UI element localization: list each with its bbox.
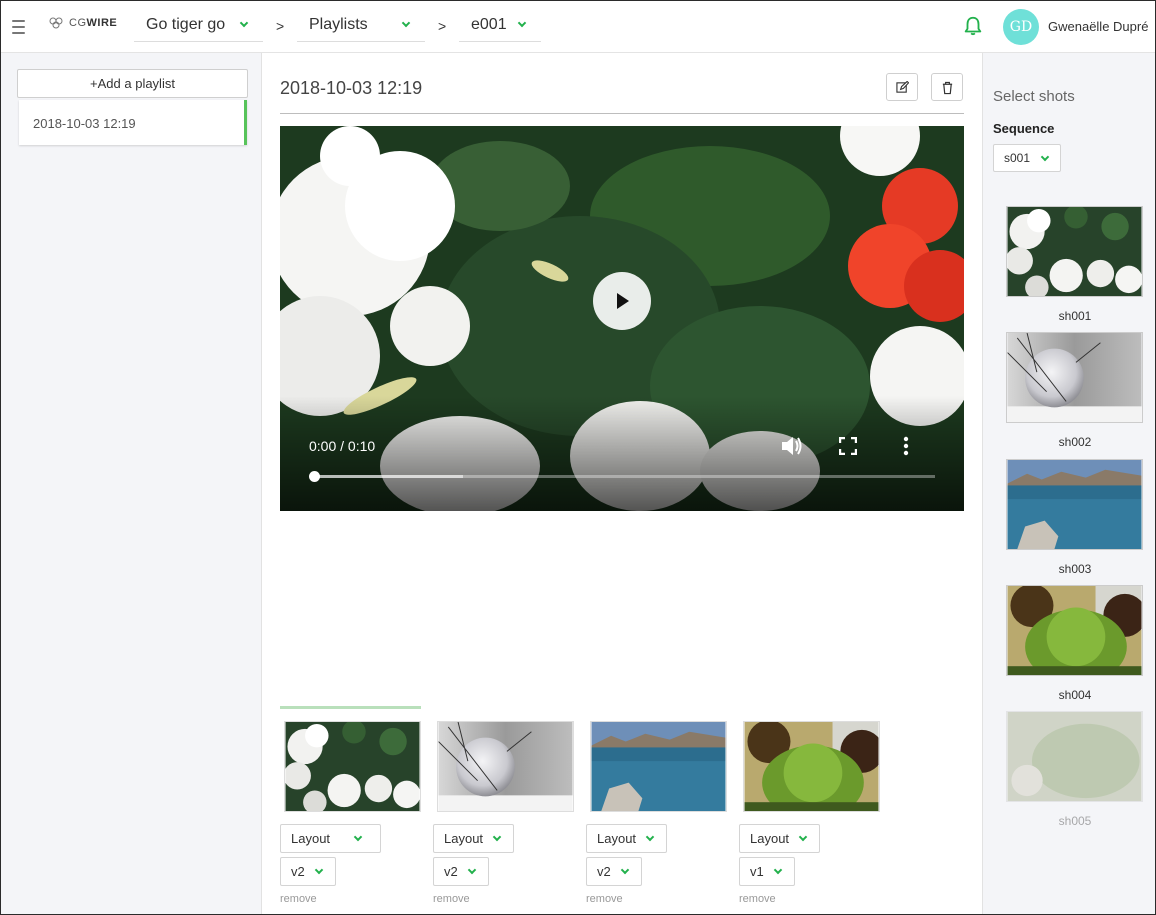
sequence-label: Sequence bbox=[993, 121, 1055, 136]
chevron-down-icon bbox=[1040, 152, 1050, 162]
shot-name: sh003 bbox=[1058, 562, 1092, 576]
chevron-down-icon bbox=[620, 865, 630, 875]
edit-icon bbox=[896, 81, 909, 93]
chevron-down-icon bbox=[517, 18, 527, 28]
select-value: v1 bbox=[750, 864, 764, 879]
menu-icon[interactable] bbox=[12, 20, 25, 34]
shot-thumbnail bbox=[1006, 459, 1143, 550]
progress-knob[interactable] bbox=[309, 471, 320, 482]
controls-overlay bbox=[280, 396, 964, 511]
shot-picker-item[interactable]: sh001 bbox=[1006, 206, 1144, 323]
playlist-shot-card: Layout v2 remove bbox=[433, 720, 578, 915]
chevron-down-icon bbox=[353, 832, 363, 842]
task-type-select[interactable]: Layout bbox=[280, 824, 381, 853]
chevron-down-icon bbox=[492, 832, 502, 842]
remove-link[interactable]: remove bbox=[586, 893, 623, 905]
active-shot-indicator bbox=[280, 706, 421, 709]
playlist-list-panel: +Add a playlist 2018-10-03 12:19 bbox=[1, 53, 262, 914]
play-icon bbox=[617, 293, 629, 309]
chevron-down-icon bbox=[773, 865, 783, 875]
version-select[interactable]: v2 bbox=[433, 857, 489, 886]
shot-thumbnail[interactable] bbox=[743, 721, 880, 812]
select-value: Layout bbox=[750, 831, 790, 846]
select-value: Layout bbox=[597, 831, 637, 846]
cgwire-logo[interactable]: CGWIRE bbox=[49, 17, 117, 29]
shot-thumbnail bbox=[1006, 206, 1143, 297]
chevron-down-icon bbox=[467, 865, 477, 875]
logo-icon bbox=[49, 17, 63, 29]
task-type-select[interactable]: Layout bbox=[586, 824, 667, 853]
remove-link[interactable]: remove bbox=[280, 893, 317, 905]
title-divider bbox=[280, 113, 964, 114]
shot-picker-item[interactable]: sh005 bbox=[1006, 711, 1144, 828]
avatar[interactable]: GD bbox=[1003, 9, 1039, 45]
shot-picker-item[interactable]: sh004 bbox=[1006, 585, 1144, 702]
shot-thumbnail[interactable] bbox=[284, 721, 421, 812]
breadcrumb-section[interactable]: Playlists bbox=[297, 12, 425, 42]
chevron-down-icon bbox=[239, 18, 249, 28]
sequence-select[interactable]: s001 bbox=[993, 144, 1061, 172]
buffer-fill bbox=[314, 475, 464, 478]
bell-icon[interactable] bbox=[962, 15, 984, 37]
fullscreen-icon[interactable] bbox=[839, 437, 857, 455]
select-value: Layout bbox=[291, 831, 331, 846]
select-value: s001 bbox=[1004, 151, 1031, 165]
playlist-shot-card: Layout v2 remove bbox=[586, 720, 731, 915]
playlist-shot-card: Layout v2 remove bbox=[280, 720, 425, 915]
remove-link[interactable]: remove bbox=[739, 893, 776, 905]
more-options-icon[interactable] bbox=[903, 436, 909, 456]
shot-name: sh005 bbox=[1058, 814, 1092, 828]
playlist-shot-card: Layout v1 remove bbox=[739, 720, 884, 915]
chevron-down-icon bbox=[645, 832, 655, 842]
breadcrumb-label: e001 bbox=[471, 16, 507, 33]
playlist-main: 2018-10-03 12:19 0:00 / 0:10 Layout v2 r… bbox=[263, 53, 981, 914]
video-player[interactable]: 0:00 / 0:10 bbox=[280, 126, 964, 511]
chevron-down-icon bbox=[798, 832, 808, 842]
chevron-down-icon bbox=[314, 865, 324, 875]
shot-picker-title: Select shots bbox=[993, 88, 1075, 105]
shot-thumbnail bbox=[1006, 585, 1143, 676]
playlist-item[interactable]: 2018-10-03 12:19 bbox=[19, 100, 247, 145]
task-type-select[interactable]: Layout bbox=[433, 824, 514, 853]
top-bar: CGWIRE Go tiger go > Playlists > e001 GD… bbox=[1, 1, 1155, 53]
remove-link[interactable]: remove bbox=[433, 893, 470, 905]
shot-thumbnail[interactable] bbox=[437, 721, 574, 812]
breadcrumb-label: Playlists bbox=[309, 16, 368, 33]
add-playlist-button[interactable]: +Add a playlist bbox=[17, 69, 248, 98]
shot-thumbnail bbox=[1006, 711, 1143, 802]
version-select[interactable]: v2 bbox=[280, 857, 336, 886]
play-button[interactable] bbox=[593, 272, 651, 330]
progress-bar[interactable] bbox=[314, 475, 935, 478]
shot-picker-item[interactable]: sh003 bbox=[1006, 459, 1144, 576]
version-select[interactable]: v1 bbox=[739, 857, 795, 886]
breadcrumb-production[interactable]: Go tiger go bbox=[134, 12, 263, 42]
shot-name: sh001 bbox=[1058, 309, 1092, 323]
shot-picker-item[interactable]: sh002 bbox=[1006, 332, 1144, 449]
shot-thumbnail[interactable] bbox=[590, 721, 727, 812]
time-display: 0:00 / 0:10 bbox=[309, 438, 376, 454]
logo-text: CGWIRE bbox=[69, 17, 118, 29]
breadcrumb-label: Go tiger go bbox=[146, 16, 226, 33]
task-type-select[interactable]: Layout bbox=[739, 824, 820, 853]
chevron-down-icon bbox=[401, 18, 411, 28]
shot-name: sh004 bbox=[1058, 688, 1092, 702]
breadcrumb-separator: > bbox=[438, 18, 447, 34]
shot-thumbnail bbox=[1006, 332, 1143, 423]
select-value: Layout bbox=[444, 831, 484, 846]
version-select[interactable]: v2 bbox=[586, 857, 642, 886]
breadcrumb-episode[interactable]: e001 bbox=[459, 12, 541, 42]
select-value: v2 bbox=[291, 864, 305, 879]
volume-icon[interactable] bbox=[780, 435, 804, 457]
breadcrumb-separator: > bbox=[276, 18, 285, 34]
playlist-title: 2018-10-03 12:19 bbox=[280, 78, 423, 98]
trash-icon bbox=[942, 81, 953, 95]
edit-playlist-button[interactable] bbox=[886, 73, 918, 101]
delete-playlist-button[interactable] bbox=[931, 73, 963, 101]
shot-picker-panel: Select shots Sequence s001 sh001 sh002 s… bbox=[982, 53, 1155, 914]
select-value: v2 bbox=[597, 864, 611, 879]
shot-name: sh002 bbox=[1058, 435, 1092, 449]
user-name[interactable]: Gwenaëlle Dupré bbox=[1048, 19, 1148, 34]
select-value: v2 bbox=[444, 864, 458, 879]
